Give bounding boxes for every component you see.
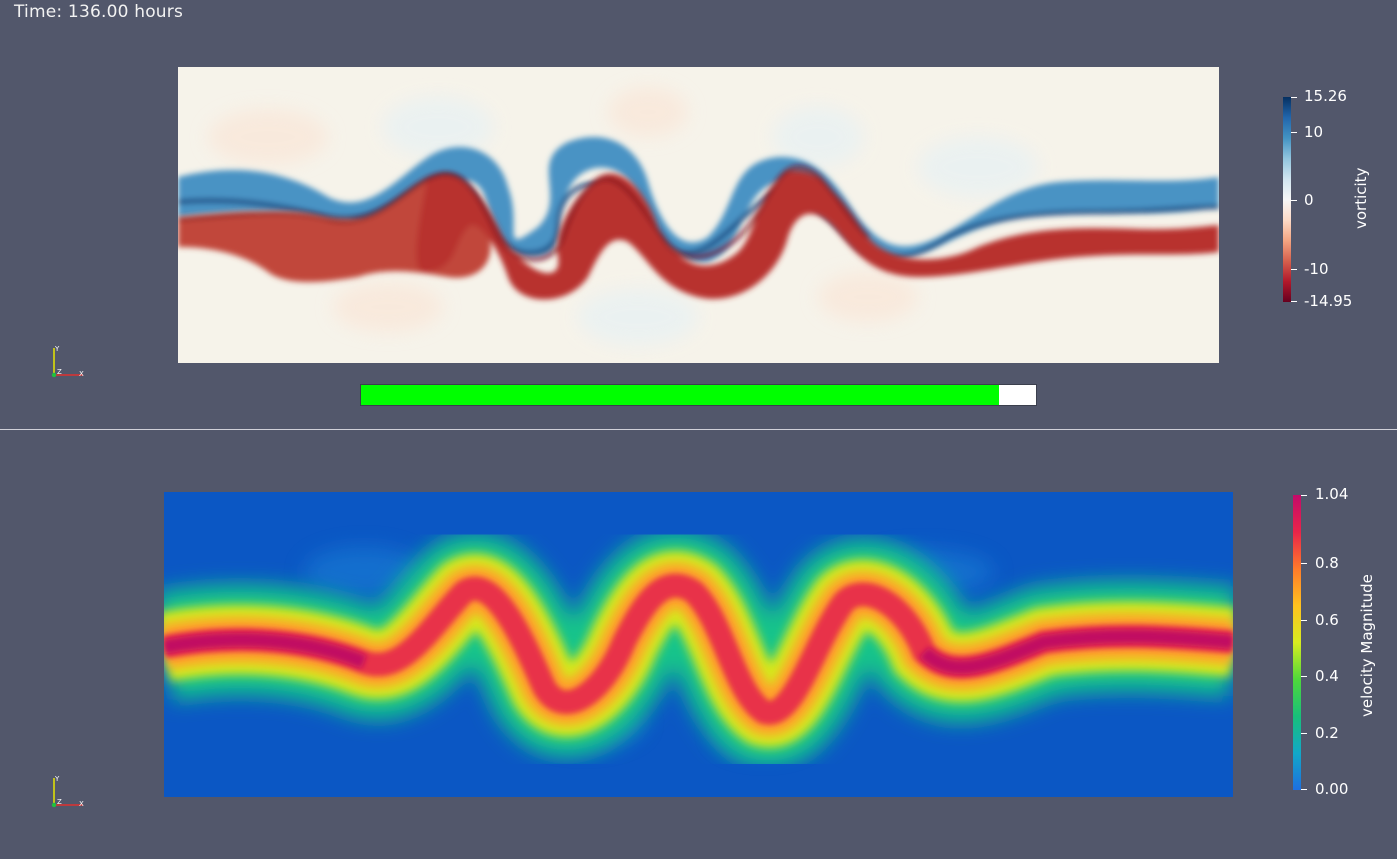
vorticity-tick-min-mark [1291, 301, 1297, 302]
axis-z-label: Z [57, 368, 62, 376]
vorticity-colorbar-title: vorticity [1352, 167, 1370, 229]
velocity-tick-mark [1301, 495, 1307, 496]
progress-bar [360, 384, 1037, 406]
velocity-field-image [153, 492, 1238, 797]
velocity-tick-label: 0.4 [1315, 667, 1339, 685]
velocity-tick-label: 0.8 [1315, 554, 1339, 572]
vorticity-tick-max-mark [1291, 97, 1297, 98]
time-label: Time: 136.00 hours [14, 2, 184, 22]
velocity-tick-label: 1.04 [1315, 485, 1349, 503]
velocity-tick-mark [1301, 676, 1307, 677]
axis-z-label: Z [57, 798, 62, 806]
velocity-field-view[interactable] [153, 492, 1238, 797]
velocity-tick-mark [1301, 733, 1307, 734]
top-axes-triad-icon: Y Z X [51, 345, 84, 378]
vorticity-max-label: 15.26 [1304, 87, 1347, 105]
vorticity-tick-label: -10 [1304, 260, 1329, 278]
velocity-tick-label: 0.00 [1315, 780, 1349, 798]
bottom-axes-triad-icon: Y Z X [51, 775, 84, 808]
axis-y-label: Y [54, 775, 60, 783]
vorticity-field-view[interactable] [177, 67, 1220, 363]
vorticity-tick-mark [1291, 269, 1297, 270]
velocity-tick-mark [1301, 620, 1307, 621]
axis-x-label: X [79, 370, 84, 378]
velocity-tick-label: 0.2 [1315, 724, 1339, 742]
velocity-tick-mark [1301, 563, 1307, 564]
velocity-colorbar [1293, 495, 1301, 790]
vorticity-tick-label: 10 [1304, 123, 1324, 141]
axis-y-label: Y [54, 345, 60, 353]
axis-x-label: X [79, 800, 84, 808]
vorticity-tick-label: 0 [1304, 191, 1314, 209]
velocity-colorbar-title: velocity Magnitude [1358, 574, 1376, 717]
vorticity-field-image [177, 67, 1220, 363]
vorticity-colorbar [1283, 97, 1291, 302]
velocity-tick-label: 0.6 [1315, 611, 1339, 629]
vorticity-tick-mark [1291, 200, 1297, 201]
velocity-tick-mark [1301, 789, 1307, 790]
progress-bar-fill [361, 385, 999, 405]
vorticity-tick-mark [1291, 132, 1297, 133]
view-splitter[interactable] [0, 429, 1397, 430]
vorticity-min-label: -14.95 [1304, 292, 1353, 310]
